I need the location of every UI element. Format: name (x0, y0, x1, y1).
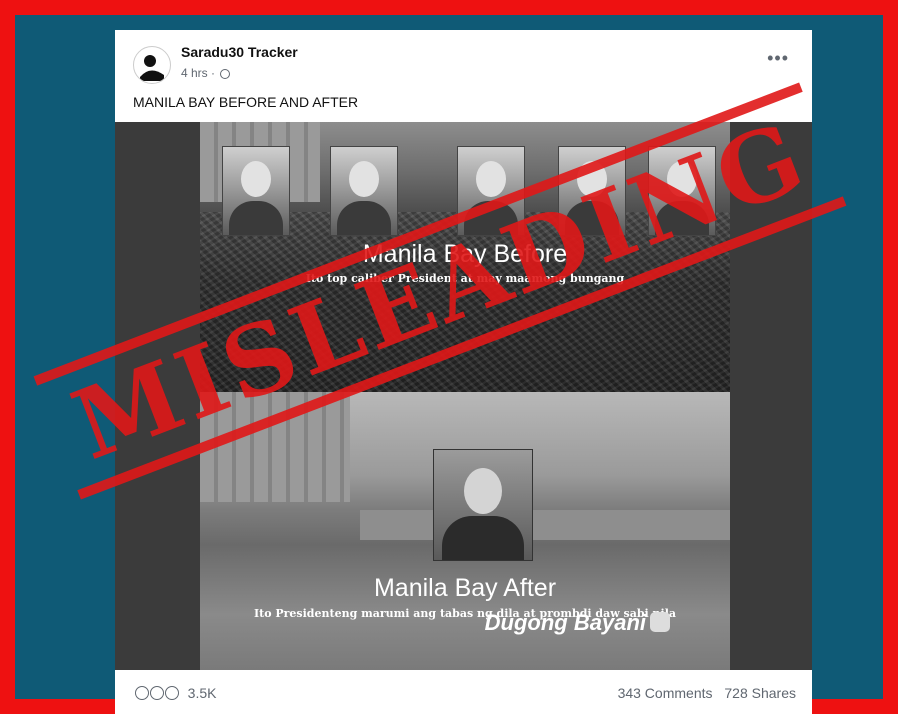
president-portrait-large (433, 449, 533, 561)
reactions-count: 3.5K (187, 685, 217, 701)
like-reaction-icon (135, 686, 149, 700)
president-portrait (222, 146, 290, 236)
president-portrait (330, 146, 398, 236)
globe-icon (220, 69, 231, 79)
shares-count[interactable]: 728 Shares (724, 685, 796, 701)
love-reaction-icon (149, 686, 164, 700)
more-options-icon[interactable]: ••• (767, 48, 789, 69)
after-title: Manila Bay After (373, 574, 557, 602)
post-meta: 4 hrs · (181, 66, 231, 80)
manila-bay-after-photo: Manila Bay After Ito Presidenteng marumi… (200, 392, 730, 670)
brand-text: Dugong Bayani (484, 610, 646, 635)
bay-water (360, 510, 730, 540)
fist-icon (650, 612, 670, 632)
post-time[interactable]: 4 hrs · (181, 66, 215, 80)
post-caption: MANILA BAY BEFORE AND AFTER (133, 94, 359, 110)
engagement-counts: 343 Comments 728 Shares (610, 685, 796, 701)
post-header: Saradu30 Tracker 4 hrs · ••• (133, 42, 793, 86)
page-name[interactable]: Saradu30 Tracker (181, 44, 298, 60)
post-footer: 3.5K 343 Comments 728 Shares (115, 680, 812, 710)
wow-reaction-icon (164, 686, 179, 700)
brand-watermark: Dugong Bayani (485, 610, 670, 636)
page-avatar[interactable] (133, 46, 171, 84)
comments-count[interactable]: 343 Comments (618, 685, 713, 701)
reactions-summary[interactable]: 3.5K (135, 685, 216, 701)
